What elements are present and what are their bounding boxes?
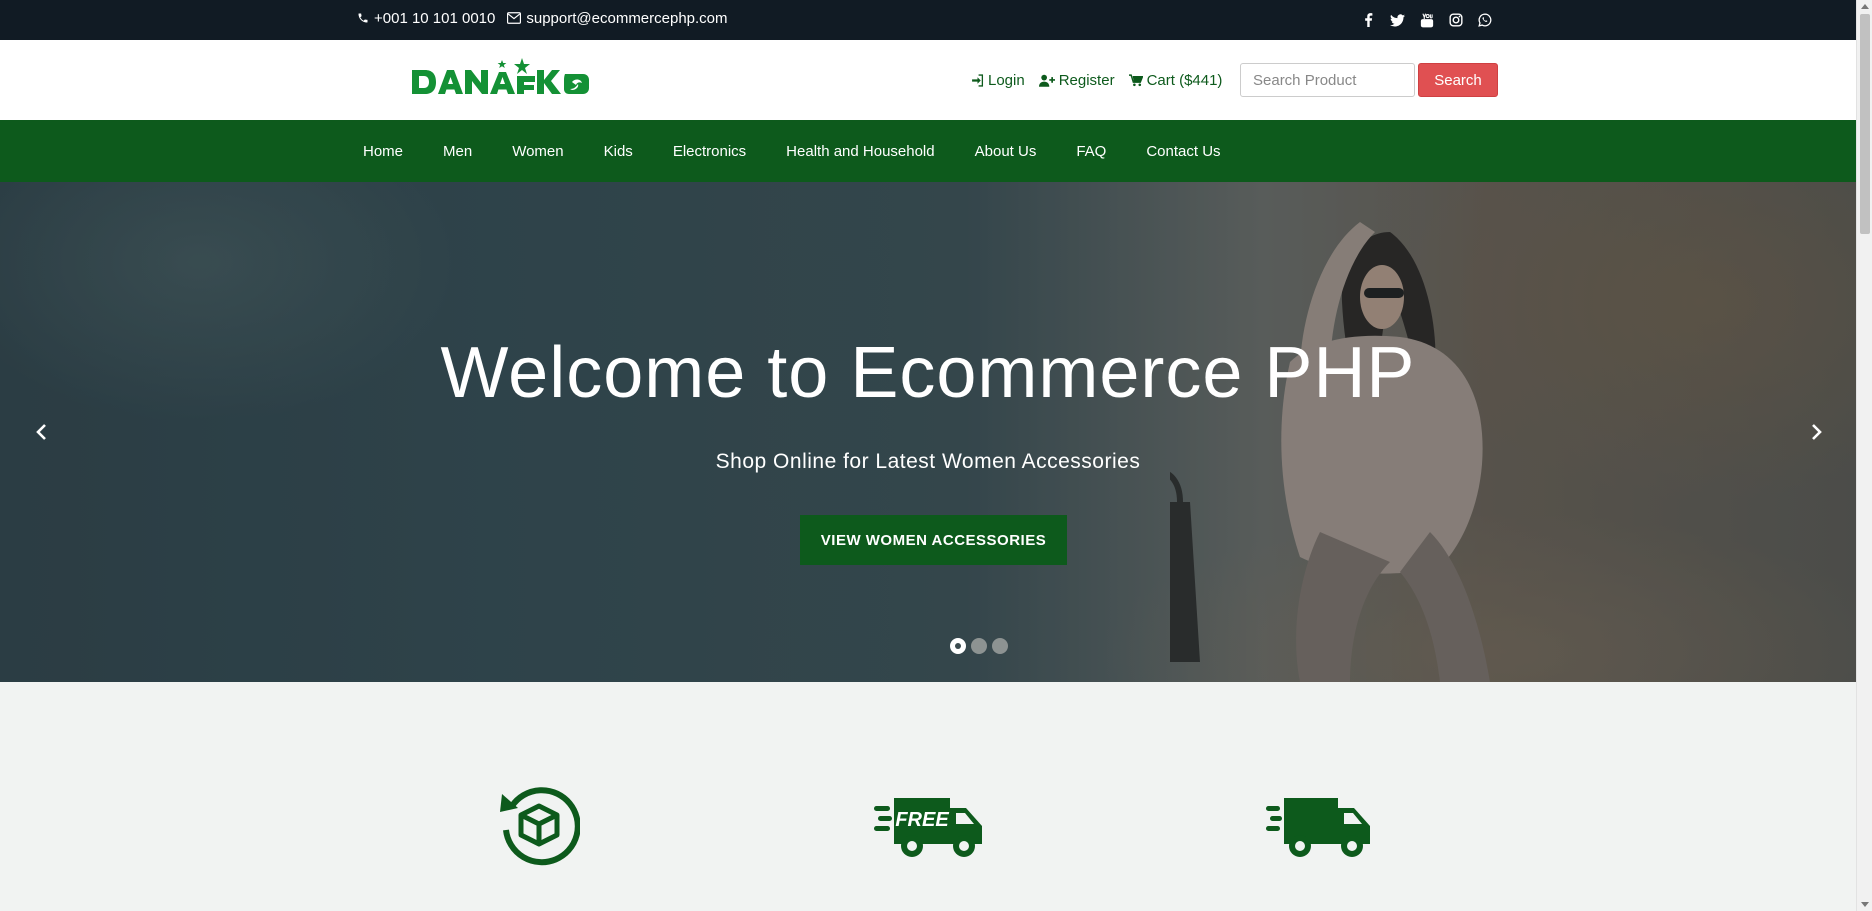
nav-item-faq[interactable]: FAQ [1056, 143, 1126, 160]
scroll-down-icon[interactable] [1861, 902, 1869, 907]
carousel-dot-1[interactable] [950, 638, 966, 654]
carousel-indicators [950, 638, 1008, 654]
returns-box-icon [500, 787, 580, 866]
cart-link[interactable]: Cart ($441) [1128, 71, 1223, 89]
register-label: Register [1058, 71, 1115, 89]
search-input[interactable] [1240, 63, 1415, 97]
page-scrollbar[interactable] [1856, 0, 1872, 911]
whatsapp-icon[interactable] [1477, 13, 1492, 28]
main-nav: Home Men Women Kids Electronics Health a… [0, 120, 1856, 182]
carousel-next-icon[interactable] [1806, 422, 1826, 442]
carousel-prev-icon[interactable] [32, 422, 52, 442]
nav-item-kids[interactable]: Kids [584, 143, 653, 160]
email-contact[interactable]: support@ecommercephp.com [507, 9, 728, 27]
nav-item-about-us[interactable]: About Us [955, 143, 1057, 160]
phone-icon [358, 13, 368, 23]
account-links: Login Register Cart ($441) [971, 40, 1222, 120]
hero-subtitle: Shop Online for Latest Women Accessories [715, 450, 1141, 473]
top-bar: +001 10 101 0010 support@ecommercephp.co… [0, 0, 1856, 40]
phone-contact[interactable]: +001 10 101 0010 [357, 10, 495, 27]
user-plus-icon [1038, 74, 1055, 87]
carousel-dot-2[interactable] [971, 638, 987, 654]
site-header: Login Register Cart ($441) Search [0, 40, 1856, 120]
carousel-dot-3[interactable] [992, 638, 1008, 654]
search-button[interactable]: Search [1418, 63, 1498, 97]
scroll-up-icon[interactable] [1861, 4, 1869, 9]
contact-info: +001 10 101 0010 support@ecommercephp.co… [357, 0, 728, 36]
twitter-icon[interactable] [1390, 13, 1405, 28]
cart-label: Cart ($441) [1146, 71, 1223, 89]
login-link[interactable]: Login [971, 72, 1025, 89]
facebook-icon[interactable] [1361, 13, 1376, 28]
features-section: FREE [0, 682, 1856, 911]
free-shipping-truck-icon: FREE [874, 798, 982, 857]
hero-carousel: Welcome to Ecommerce PHP Shop Online for… [0, 182, 1856, 682]
shopping-cart-icon [1128, 73, 1143, 86]
instagram-icon[interactable] [1448, 13, 1463, 28]
login-label: Login [988, 71, 1025, 89]
nav-item-home[interactable]: Home [343, 143, 423, 160]
nav-item-contact-us[interactable]: Contact Us [1126, 143, 1240, 160]
sign-in-icon [972, 73, 984, 87]
nav-item-women[interactable]: Women [492, 143, 583, 160]
email-address: support@ecommercephp.com [526, 9, 728, 27]
youtube-icon[interactable] [1419, 12, 1434, 28]
register-link[interactable]: Register [1038, 71, 1115, 89]
scrollbar-thumb[interactable] [1860, 14, 1870, 234]
hero-title: Welcome to Ecommerce PHP [440, 333, 1416, 413]
envelope-icon [507, 12, 522, 24]
phone-number: +001 10 101 0010 [374, 9, 496, 27]
nav-item-electronics[interactable]: Electronics [653, 143, 766, 160]
nav-item-health-household[interactable]: Health and Household [766, 143, 954, 160]
svg-text:FREE: FREE [895, 809, 949, 831]
nav-item-men[interactable]: Men [423, 143, 492, 160]
danaeko-logo[interactable] [410, 56, 592, 106]
view-women-accessories-button[interactable]: VIEW WOMEN ACCESSORIES [800, 515, 1067, 565]
social-links [1361, 0, 1492, 40]
hero-overlay [0, 182, 1856, 682]
fast-delivery-truck-icon [1266, 798, 1370, 857]
